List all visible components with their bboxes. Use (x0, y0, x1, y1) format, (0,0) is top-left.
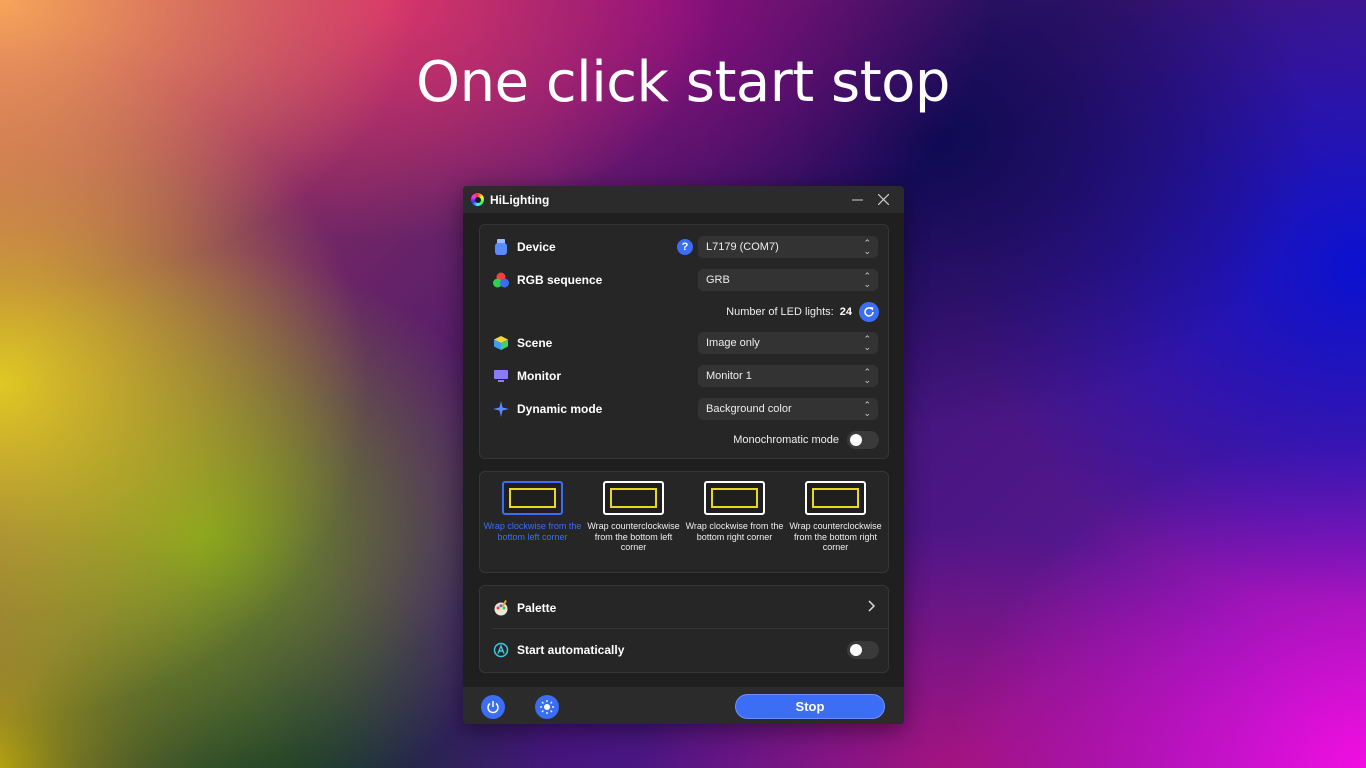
rgb-sequence-row: RGB sequence GRB ⌃ ⌄ (480, 267, 888, 293)
wrap-option-label: Wrap counterclockwise from the bottom ri… (789, 521, 882, 552)
wrap-option-label: Wrap counterclockwise from the bottom le… (587, 521, 680, 552)
led-frame-icon (805, 481, 866, 515)
power-icon (487, 701, 499, 714)
wrap-option-label: Wrap clockwise from the bottom left corn… (483, 521, 582, 542)
monochromatic-toggle[interactable] (847, 431, 879, 449)
monochromatic-row: Monochromatic mode (480, 427, 888, 453)
settings-card: Device ? L7179 (COM7) ⌃ ⌄ RGB sequence GR… (479, 224, 889, 459)
dynamic-mode-value: Background color (706, 403, 792, 415)
scene-value: Image only (706, 337, 760, 349)
led-frame-icon (704, 481, 765, 515)
chevron-updown-icon: ⌃ ⌄ (863, 238, 871, 256)
monitor-value: Monitor 1 (706, 370, 752, 382)
close-icon (877, 194, 889, 205)
divider (492, 628, 888, 629)
palette-row[interactable]: Palette (480, 595, 888, 621)
wrap-option-ccw-bottom-left[interactable]: Wrap counterclockwise from the bottom le… (585, 481, 683, 553)
device-value: L7179 (COM7) (706, 241, 779, 253)
monochromatic-label: Monochromatic mode (733, 434, 839, 446)
rgb-sequence-value: GRB (706, 274, 730, 286)
led-count-row: Number of LED lights: 24 (480, 299, 888, 325)
refresh-icon (864, 307, 874, 317)
sparkle-icon (493, 401, 509, 417)
auto-start-icon (493, 642, 509, 658)
scene-row: Scene Image only ⌃ ⌄ (480, 330, 888, 356)
cube-scene-icon (493, 335, 509, 351)
device-label: Device (517, 240, 556, 254)
device-row: Device ? L7179 (COM7) ⌃ ⌄ (480, 234, 888, 260)
help-icon[interactable]: ? (677, 239, 693, 255)
monitor-label: Monitor (517, 369, 561, 383)
brightness-icon (540, 700, 554, 714)
minimize-icon (851, 199, 863, 201)
start-automatically-label: Start automatically (517, 643, 625, 657)
extras-card: Palette Start automatically (479, 585, 889, 673)
minimize-button[interactable] (844, 186, 870, 213)
dynamic-mode-select[interactable]: Background color ⌃ ⌄ (698, 398, 878, 420)
wrap-option-cw-bottom-left[interactable]: Wrap clockwise from the bottom left corn… (484, 481, 582, 553)
wrap-option-label: Wrap clockwise from the bottom right cor… (685, 521, 784, 542)
dynamic-mode-row: Dynamic mode Background color ⌃ ⌄ (480, 396, 888, 422)
chevron-updown-icon: ⌃ ⌄ (863, 334, 871, 352)
led-frame-icon (603, 481, 664, 515)
start-automatically-toggle[interactable] (847, 641, 879, 659)
start-automatically-row: Start automatically (480, 637, 888, 663)
chevron-updown-icon: ⌃ ⌄ (863, 367, 871, 385)
brightness-button[interactable] (535, 695, 559, 719)
title-bar: HiLighting (463, 186, 904, 213)
led-frame-icon (502, 481, 563, 515)
app-logo-icon (471, 193, 484, 206)
monitor-icon (493, 368, 509, 384)
led-count-value: 24 (839, 306, 852, 318)
palette-icon (493, 600, 509, 616)
wrap-option-ccw-bottom-right[interactable]: Wrap counterclockwise from the bottom ri… (787, 481, 885, 553)
device-select[interactable]: L7179 (COM7) ⌃ ⌄ (698, 236, 878, 258)
dynamic-mode-label: Dynamic mode (517, 402, 603, 416)
window-title: HiLighting (490, 192, 550, 207)
usb-device-icon (493, 239, 509, 255)
headline: One click start stop (416, 50, 950, 115)
close-button[interactable] (870, 186, 896, 213)
rgb-sequence-select[interactable]: GRB ⌃ ⌄ (698, 269, 878, 291)
scene-select[interactable]: Image only ⌃ ⌄ (698, 332, 878, 354)
led-count-label: Number of LED lights: (726, 306, 834, 318)
chevron-updown-icon: ⌃ ⌄ (863, 271, 871, 289)
rgb-icon (493, 272, 509, 288)
power-button[interactable] (481, 695, 505, 719)
scene-label: Scene (517, 336, 553, 350)
monitor-row: Monitor Monitor 1 ⌃ ⌄ (480, 363, 888, 389)
wrap-option-cw-bottom-right[interactable]: Wrap clockwise from the bottom right cor… (686, 481, 784, 553)
bottom-bar: Stop (463, 687, 904, 724)
monitor-select[interactable]: Monitor 1 ⌃ ⌄ (698, 365, 878, 387)
hilighting-window: HiLighting Device ? L7179 (COM7) ⌃ ⌄ RGB … (463, 186, 904, 724)
rgb-sequence-label: RGB sequence (517, 273, 603, 287)
stop-button[interactable]: Stop (735, 694, 885, 719)
palette-label: Palette (517, 601, 557, 615)
chevron-updown-icon: ⌃ ⌄ (863, 400, 871, 418)
wrap-options-card: Wrap clockwise from the bottom left corn… (479, 471, 889, 573)
chevron-right-icon (868, 599, 876, 617)
refresh-button[interactable] (859, 302, 879, 322)
